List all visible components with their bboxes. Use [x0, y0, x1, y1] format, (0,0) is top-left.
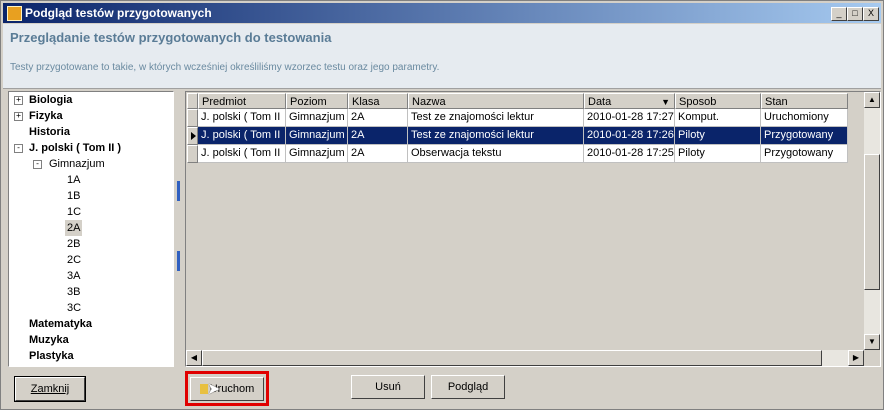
- tree-item-3b[interactable]: 3B: [67, 284, 80, 300]
- cell-nazwa[interactable]: Test ze znajomości lektur: [408, 109, 584, 127]
- cell-poziom[interactable]: Gimnazjum: [286, 109, 348, 127]
- cell-predmiot[interactable]: J. polski ( Tom II: [198, 145, 286, 163]
- tree-item-1b[interactable]: 1B: [67, 188, 80, 204]
- close-window-button[interactable]: X: [863, 7, 879, 21]
- cell-sposob[interactable]: Piloty: [675, 127, 761, 145]
- column-header-stan[interactable]: Stan: [761, 93, 848, 109]
- tree-item-2b[interactable]: 2B: [67, 236, 80, 252]
- table-row[interactable]: J. polski ( Tom II Gimnazjum 2A Test ze …: [186, 109, 848, 127]
- column-header-nazwa[interactable]: Nazwa: [408, 93, 584, 109]
- cell-sposob[interactable]: Piloty: [675, 145, 761, 163]
- tree-item-muzyka[interactable]: Muzyka: [29, 332, 69, 348]
- cell-stan[interactable]: Przygotowany: [761, 145, 848, 163]
- subject-tree[interactable]: + Biologia + Fizyka Historia - J. polski…: [8, 91, 174, 367]
- cell-klasa[interactable]: 2A: [348, 127, 408, 145]
- cell-data[interactable]: 2010-01-28 17:26: [584, 127, 675, 145]
- page-title: Przeglądanie testów przygotowanych do te…: [10, 30, 332, 45]
- header-corner: [187, 93, 198, 109]
- column-header-data[interactable]: Data ▼: [584, 93, 675, 109]
- cell-stan[interactable]: Przygotowany: [761, 127, 848, 145]
- tree-item-1a[interactable]: 1A: [67, 172, 80, 188]
- scroll-left-icon[interactable]: ◀: [186, 350, 202, 366]
- scroll-up-icon[interactable]: ▲: [864, 92, 880, 108]
- splitter-handle[interactable]: [175, 91, 183, 365]
- tree-item-fizyka[interactable]: Fizyka: [29, 108, 63, 124]
- column-header-klasa[interactable]: Klasa: [348, 93, 408, 109]
- splitter-grip[interactable]: [177, 251, 180, 271]
- delete-button-label: Usuń: [375, 381, 401, 393]
- cell-predmiot[interactable]: J. polski ( Tom II: [198, 109, 286, 127]
- tree-item-jpolski[interactable]: J. polski ( Tom II ): [29, 140, 121, 156]
- mouse-cursor-icon: ➤: [207, 381, 221, 398]
- tree-item-gimnazjum[interactable]: Gimnazjum: [49, 156, 105, 172]
- close-button-label: Zamknij: [30, 383, 70, 395]
- column-header-poziom[interactable]: Poziom: [286, 93, 348, 109]
- cell-klasa[interactable]: 2A: [348, 145, 408, 163]
- cell-sposob[interactable]: Komput.: [675, 109, 761, 127]
- cell-nazwa[interactable]: Test ze znajomości lektur: [408, 127, 584, 145]
- tree-item-3c[interactable]: 3C: [67, 300, 81, 316]
- preview-button[interactable]: Podgląd: [431, 375, 505, 399]
- tree-item-1c[interactable]: 1C: [67, 204, 81, 220]
- column-header-sposob[interactable]: Sposob: [675, 93, 761, 109]
- highlight-box: [185, 371, 269, 406]
- maximize-button[interactable]: □: [847, 7, 863, 21]
- tree-item-2c[interactable]: 2C: [67, 252, 81, 268]
- tree-item-matematyka[interactable]: Matematyka: [29, 316, 92, 332]
- grid-area: Predmiot Poziom Klasa Nazwa Data ▼ Sposo…: [186, 92, 864, 350]
- tree-item-biologia[interactable]: Biologia: [29, 92, 72, 108]
- table-row[interactable]: J. polski ( Tom II Gimnazjum 2A Obserwac…: [186, 145, 848, 163]
- vertical-scroll-thumb[interactable]: [864, 154, 880, 290]
- preview-button-label: Podgląd: [447, 381, 489, 393]
- current-row-arrow-icon: [191, 132, 196, 140]
- horizontal-scrollbar[interactable]: ◀ ▶: [186, 350, 864, 366]
- page-header: Przeglądanie testów przygotowanych do te…: [3, 24, 881, 89]
- expand-icon[interactable]: +: [14, 96, 23, 105]
- cell-poziom[interactable]: Gimnazjum: [286, 127, 348, 145]
- cell-data[interactable]: 2010-01-28 17:25: [584, 145, 675, 163]
- delete-button[interactable]: Usuń: [351, 375, 425, 399]
- scroll-down-icon[interactable]: ▼: [864, 334, 880, 350]
- tests-grid[interactable]: Predmiot Poziom Klasa Nazwa Data ▼ Sposo…: [185, 91, 881, 367]
- main-window: Podgląd testów przygotowanych _ □ X Prze…: [0, 0, 884, 410]
- tree-item-plastyka[interactable]: Plastyka: [29, 348, 74, 364]
- tree-item-2a[interactable]: 2A: [65, 220, 83, 236]
- splitter-grip[interactable]: [177, 181, 180, 201]
- horizontal-scroll-thumb[interactable]: [202, 350, 822, 366]
- tree-item-historia[interactable]: Historia: [29, 124, 70, 140]
- close-button[interactable]: Zamknij: [14, 376, 86, 402]
- row-indicator[interactable]: [187, 127, 198, 145]
- cell-klasa[interactable]: 2A: [348, 109, 408, 127]
- page-description: Testy przygotowane to takie, w których w…: [10, 62, 440, 73]
- sort-desc-icon: ▼: [661, 97, 670, 107]
- cell-predmiot[interactable]: J. polski ( Tom II: [198, 127, 286, 145]
- app-icon: [7, 6, 22, 21]
- cell-stan[interactable]: Uruchomiony: [761, 109, 848, 127]
- row-indicator[interactable]: [187, 145, 198, 163]
- scroll-right-icon[interactable]: ▶: [848, 350, 864, 366]
- expand-icon[interactable]: +: [14, 112, 23, 121]
- cell-poziom[interactable]: Gimnazjum: [286, 145, 348, 163]
- vertical-scrollbar[interactable]: ▲ ▼: [864, 92, 880, 350]
- collapse-icon[interactable]: -: [14, 144, 23, 153]
- minimize-button[interactable]: _: [831, 7, 847, 21]
- column-header-data-label: Data: [588, 96, 612, 108]
- cell-data[interactable]: 2010-01-28 17:27: [584, 109, 675, 127]
- tree-item-3a[interactable]: 3A: [67, 268, 80, 284]
- column-header-predmiot[interactable]: Predmiot: [198, 93, 286, 109]
- title-bar[interactable]: Podgląd testów przygotowanych _ □ X: [3, 3, 881, 23]
- table-row-selected[interactable]: J. polski ( Tom II Gimnazjum 2A Test ze …: [186, 127, 848, 145]
- collapse-icon[interactable]: -: [33, 160, 42, 169]
- window-title: Podgląd testów przygotowanych: [25, 6, 212, 20]
- cell-nazwa[interactable]: Obserwacja tekstu: [408, 145, 584, 163]
- row-indicator[interactable]: [187, 109, 198, 127]
